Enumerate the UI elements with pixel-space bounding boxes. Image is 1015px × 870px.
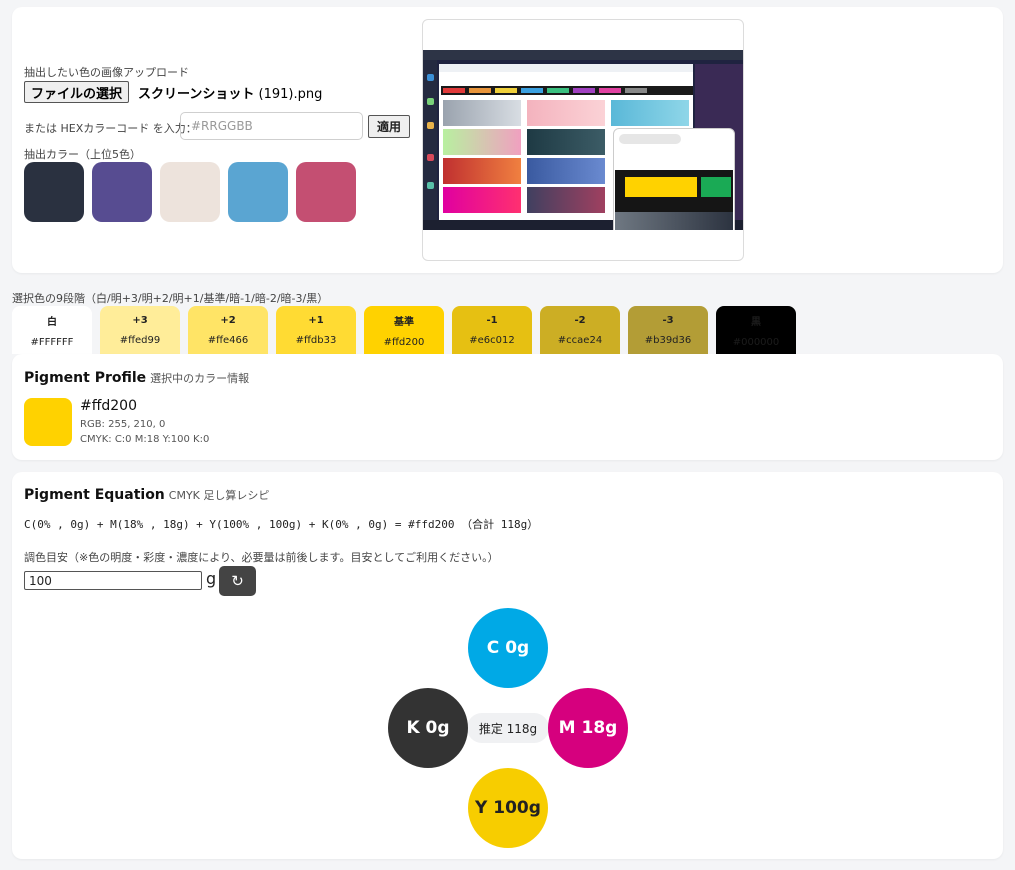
shade-hex: #e6c012	[469, 334, 515, 346]
black-circle: K 0g	[388, 688, 468, 768]
shade-base[interactable]: 基準 #ffd200	[364, 306, 444, 354]
shade-light-2[interactable]: +2 #ffe466	[188, 306, 268, 354]
shade-hex: #ffe466	[207, 334, 249, 346]
mixing-guide-note: 調色目安（※色の明度・彩度・濃度により、必要量は前後します。目安としてご利用くだ…	[24, 551, 499, 564]
profile-hex: #ffd200	[80, 398, 137, 414]
upload-label: 抽出したい色の画像アップロード	[24, 66, 189, 79]
apply-button[interactable]: 適用	[368, 115, 410, 138]
shade-name: 黒	[751, 316, 761, 328]
uploaded-image-preview	[422, 19, 744, 261]
shade-hex: #000000	[732, 336, 780, 348]
recalculate-button[interactable]: ↻	[219, 566, 256, 596]
equation-subtitle: CMYK 足し算レシピ	[168, 489, 270, 502]
file-select-button[interactable]: ファイルの選択	[24, 81, 130, 103]
shade-hex: #ffdb33	[295, 334, 337, 346]
yellow-circle: Y 100g	[468, 768, 548, 848]
shade-name: +2	[220, 314, 236, 326]
shade-hex: #ffed99	[119, 334, 161, 346]
pigment-profile-card: Pigment Profile 選択中のカラー情報 #ffd200 RGB: 25…	[12, 354, 1003, 460]
refresh-icon: ↻	[231, 572, 244, 590]
estimate-badge: 推定 118g	[467, 713, 549, 743]
equation-title: Pigment Equation	[24, 487, 165, 503]
extracted-swatch-4[interactable]	[228, 162, 288, 222]
shade-name: -1	[486, 314, 498, 326]
equation-formula: C(0% , 0g) + M(18% , 18g) + Y(100% , 100…	[24, 518, 539, 531]
shade-dark-2[interactable]: -2 #ccae24	[540, 306, 620, 354]
file-name-rest: (191).png	[254, 87, 323, 102]
magenta-circle: M 18g	[548, 688, 628, 768]
hex-input-label: または HEXカラーコード を入力：	[24, 122, 197, 135]
shade-hex: #ccae24	[557, 334, 603, 346]
extracted-swatch-2[interactable]	[92, 162, 152, 222]
profile-color-swatch	[24, 398, 72, 446]
shade-hex: #b39d36	[644, 334, 692, 346]
shade-light-1[interactable]: +1 #ffdb33	[276, 306, 356, 354]
amount-unit: g	[206, 569, 217, 588]
profile-title: Pigment Profile	[24, 370, 147, 386]
file-name-bold: スクリーンショット	[138, 87, 255, 102]
extracted-swatch-3[interactable]	[160, 162, 220, 222]
pigment-equation-card: Pigment Equation CMYK 足し算レシピ C(0% , 0g) +…	[12, 472, 1003, 859]
shade-light-3[interactable]: +3 #ffed99	[100, 306, 180, 354]
shade-white[interactable]: 白 #FFFFFF	[12, 306, 92, 354]
shade-dark-1[interactable]: -1 #e6c012	[452, 306, 532, 354]
extracted-colors-label: 抽出カラー（上位5色）	[24, 148, 141, 161]
profile-rgb: RGB: 255, 210, 0	[80, 419, 166, 430]
profile-heading: Pigment Profile 選択中のカラー情報	[24, 370, 249, 386]
shade-name: -2	[574, 314, 586, 326]
profile-subtitle: 選択中のカラー情報	[150, 372, 250, 385]
shades-label: 選択色の9段階（白/明+3/明+2/明+1/基準/暗-1/暗-2/暗-3/黒）	[12, 292, 329, 305]
equation-heading: Pigment Equation CMYK 足し算レシピ	[24, 487, 269, 503]
extracted-swatch-5[interactable]	[296, 162, 356, 222]
extracted-swatch-1[interactable]	[24, 162, 84, 222]
shade-name: +1	[308, 314, 324, 326]
shade-name: 基準	[394, 316, 414, 328]
shade-name: +3	[132, 314, 148, 326]
screenshot-thumbnail	[423, 50, 743, 230]
shade-name: -3	[662, 314, 674, 326]
shade-black[interactable]: 黒 #000000	[716, 306, 796, 354]
profile-cmyk: CMYK: C:0 M:18 Y:100 K:0	[80, 434, 210, 445]
upload-card: 抽出したい色の画像アップロード ファイルの選択 スクリーンショット (191).…	[12, 7, 1003, 273]
shade-name: 白	[47, 316, 57, 328]
file-name: スクリーンショット (191).png	[138, 83, 322, 102]
hex-input[interactable]: #RRGGBB	[180, 112, 363, 140]
shade-hex: #ffd200	[383, 336, 425, 348]
cyan-circle: C 0g	[468, 608, 548, 688]
shade-hex: #FFFFFF	[30, 336, 74, 348]
shade-dark-3[interactable]: -3 #b39d36	[628, 306, 708, 354]
amount-input[interactable]: 100	[24, 571, 202, 590]
